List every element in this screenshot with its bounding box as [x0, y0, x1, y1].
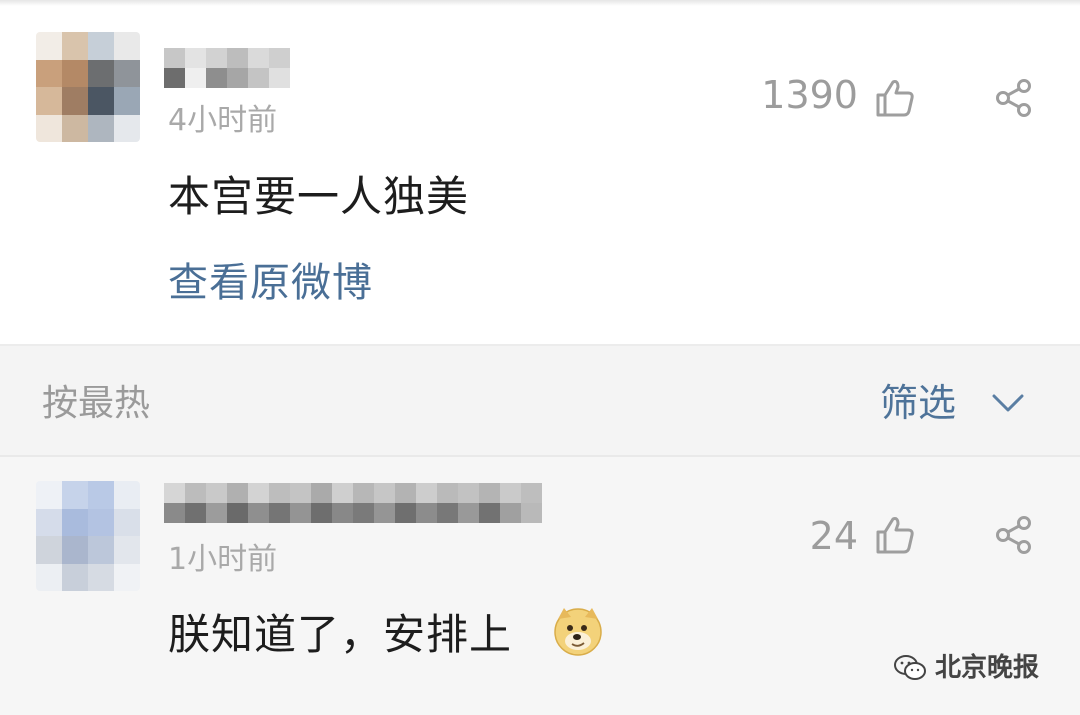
share-icon[interactable] — [994, 78, 1034, 118]
sort-label[interactable]: 按最热 — [42, 386, 150, 422]
chevron-down-icon[interactable] — [990, 390, 1026, 414]
comment-text: 朕知道了，安排上 — [168, 610, 513, 659]
like-count[interactable]: 24 — [740, 517, 858, 555]
username[interactable] — [164, 48, 290, 88]
comment-time: 4小时前 — [168, 103, 278, 138]
username[interactable] — [164, 483, 542, 523]
thumbs-up-icon[interactable] — [874, 78, 916, 118]
watermark: 北京晚报 — [893, 650, 1063, 686]
avatar[interactable] — [36, 481, 140, 591]
filter-button[interactable]: 筛选 — [880, 384, 956, 422]
watermark-text: 北京晚报 — [935, 653, 1040, 683]
sort-bar: 按最热 筛选 — [0, 346, 1080, 456]
view-original-weibo-link[interactable]: 查看原微博 — [168, 263, 373, 303]
share-icon[interactable] — [994, 515, 1034, 555]
like-count[interactable]: 1390 — [740, 76, 858, 114]
comment-text: 本宫要一人独美 — [168, 172, 470, 221]
doge-emoji-icon — [554, 608, 602, 656]
comment-item: 4小时前 1390 本宫要一人独美 查看原微博 — [0, 6, 1080, 344]
avatar[interactable] — [36, 32, 140, 142]
wechat-icon — [894, 655, 926, 680]
thumbs-up-icon[interactable] — [874, 515, 916, 555]
comment-time: 1小时前 — [168, 542, 278, 577]
